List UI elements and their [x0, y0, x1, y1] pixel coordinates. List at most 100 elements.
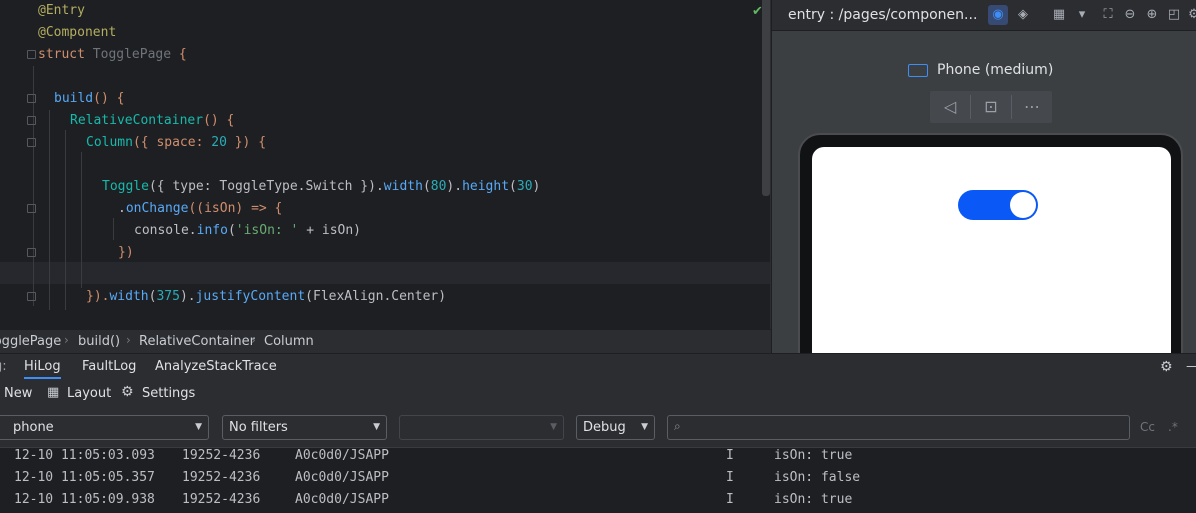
code-line-5: build() { — [54, 88, 124, 110]
device-icon — [908, 64, 928, 77]
code-token: Column — [86, 135, 133, 150]
log-row: 12-10 11:05:09.938 19252-4236 A0c0d0/JSA… — [0, 489, 1196, 511]
code-token: . — [118, 201, 126, 216]
log-message: isOn: false — [774, 470, 861, 485]
log-row: 12-10 11:05:03.093 19252-4236 A0c0d0/JSA… — [0, 445, 1196, 467]
layout-icon: ▦ — [47, 385, 60, 400]
grid-view-icon[interactable]: ▦ — [1044, 5, 1074, 25]
indent-guide — [113, 218, 114, 240]
minimize-icon[interactable]: — — [1186, 359, 1196, 374]
code-editor[interactable]: @Entry @Component struct TogglePage { bu… — [0, 0, 770, 329]
log-tabs: g: HiLog FaultLog AnalyzeStackTrace ⚙ — — [0, 354, 1196, 381]
device-select-value: phone — [13, 420, 54, 435]
code-line-6: RelativeContainer() { — [70, 110, 234, 132]
zoom-out-icon[interactable]: ⊖ — [1120, 5, 1140, 25]
log-level: I — [726, 492, 734, 507]
code-line-10: .onChange((isOn) => { — [118, 198, 282, 220]
breadcrumb: TogglePage › build() › RelativeContainer… — [0, 329, 771, 353]
log-toolbar: New ▦ Layout ⚙ Settings — [0, 381, 1196, 407]
fold-icon[interactable] — [27, 292, 36, 301]
code-token: ( — [227, 223, 236, 238]
log-message: isOn: true — [774, 492, 853, 507]
code-token: Center — [391, 289, 439, 304]
breadcrumb-item[interactable]: TogglePage — [0, 334, 61, 349]
code-token: height — [462, 179, 510, 194]
code-token: struct — [38, 47, 93, 62]
more-icon[interactable]: ⋯ — [1012, 91, 1052, 123]
code-token: { — [171, 47, 187, 62]
device-name[interactable]: Phone (medium) — [937, 62, 1053, 78]
indent-guide — [65, 130, 66, 310]
toggle-switch[interactable] — [958, 190, 1038, 220]
settings-icon: ⚙ — [121, 384, 134, 400]
code-token: ({ space: — [132, 135, 212, 150]
code-token: build — [54, 91, 94, 106]
search-icon: ⌕ — [674, 419, 681, 433]
code-token: }) — [118, 245, 134, 260]
inspector-icon[interactable]: ◉ — [988, 5, 1008, 25]
log-pid: 19252-4236 — [182, 470, 261, 485]
fit-screen-icon[interactable]: ⛶ — [1098, 5, 1118, 25]
level-select[interactable]: Debug ▼ — [576, 415, 655, 440]
zoom-in-icon[interactable]: ⊕ — [1142, 5, 1162, 25]
breadcrumb-item[interactable]: RelativeContainer — [139, 334, 255, 349]
back-icon[interactable]: ◁ — [930, 91, 970, 123]
device-select[interactable]: phone ▼ — [0, 415, 209, 440]
layout-button[interactable]: Layout — [67, 386, 111, 401]
fold-icon[interactable] — [27, 248, 36, 257]
code-token: 'isOn: ' — [235, 223, 299, 238]
breadcrumb-item[interactable]: Column — [264, 334, 314, 349]
filter-select[interactable]: No filters ▼ — [222, 415, 387, 440]
tab-analyze-stack-trace[interactable]: AnalyzeStackTrace — [155, 359, 277, 374]
log-pid: 19252-4236 — [182, 448, 261, 463]
resize-icon[interactable]: ◰ — [1164, 5, 1184, 25]
device-controls: ◁ ⊡ ⋯ — [930, 91, 1052, 123]
rotate-device-icon[interactable]: ⊡ — [971, 91, 1011, 123]
new-button[interactable]: New — [4, 386, 32, 401]
code-token: TogglePage — [92, 47, 172, 62]
code-line-7: Column({ space: 20 }) { — [86, 132, 266, 154]
regex-button[interactable]: .* — [1168, 420, 1178, 434]
tab-faultlog[interactable]: FaultLog — [82, 359, 136, 374]
tab-hilog[interactable]: HiLog — [24, 359, 61, 379]
code-token: ) — [438, 289, 447, 304]
settings-button[interactable]: Settings — [142, 386, 195, 401]
indent-guide — [81, 152, 82, 288]
code-token: @Entry — [38, 3, 85, 18]
chevron-down-icon: ▼ — [373, 422, 380, 432]
fold-icon[interactable] — [27, 94, 36, 103]
log-time: 12-10 11:05:03.093 — [14, 448, 155, 463]
fold-icon[interactable] — [27, 204, 36, 213]
log-time: 12-10 11:05:05.357 — [14, 470, 155, 485]
chevron-down-icon[interactable]: ▾ — [1072, 5, 1092, 25]
previewer-title: entry : /pages/componen... — [788, 7, 978, 23]
gear-icon[interactable]: ⚙ — [1160, 359, 1173, 375]
log-tag: A0c0d0/JSAPP — [295, 492, 389, 507]
code-token: ). — [446, 179, 463, 194]
breadcrumb-item[interactable]: build() — [78, 334, 120, 349]
code-token: }) { — [226, 135, 267, 150]
fold-icon[interactable] — [27, 138, 36, 147]
code-token: width — [383, 179, 423, 194]
log-time: 12-10 11:05:09.938 — [14, 492, 155, 507]
code-line-11: console.info('isOn: ' + isOn) — [134, 220, 361, 242]
settings-icon[interactable]: ⚙ — [1184, 5, 1196, 25]
log-level: I — [726, 448, 734, 463]
code-token: ((isOn) => { — [188, 201, 283, 216]
code-line-1: @Entry — [38, 0, 85, 22]
search-input[interactable]: ⌕ — [667, 415, 1130, 440]
code-token: justifyContent — [195, 289, 306, 304]
layers-icon[interactable]: ◈ — [1013, 5, 1033, 25]
code-token: Switch — [305, 179, 353, 194]
match-case-button[interactable]: Cc — [1140, 420, 1155, 434]
fold-icon[interactable] — [27, 50, 36, 59]
editor-scrollbar[interactable] — [762, 0, 770, 196]
code-token: width — [109, 289, 149, 304]
fold-icon[interactable] — [27, 116, 36, 125]
code-token: 20 — [211, 135, 227, 150]
code-line-9: Toggle({ type: ToggleType.Switch }).widt… — [102, 176, 540, 198]
process-select[interactable]: ▼ — [399, 415, 564, 440]
chevron-right-icon: › — [64, 333, 69, 347]
log-output[interactable]: 12-10 11:05:03.093 19252-4236 A0c0d0/JSA… — [0, 447, 1196, 513]
code-token: ) — [532, 179, 541, 194]
